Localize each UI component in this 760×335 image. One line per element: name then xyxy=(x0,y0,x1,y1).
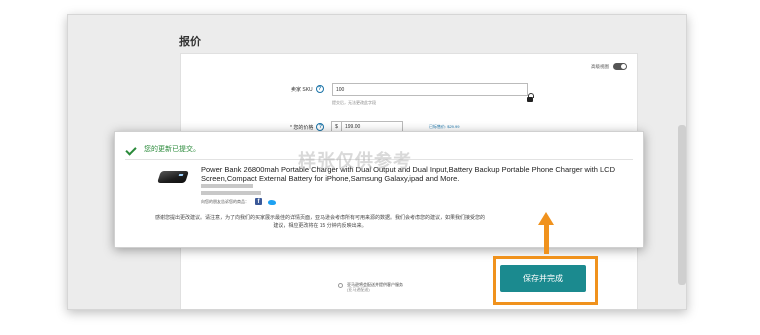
share-text: 向您的朋友告诉您的商品： xyxy=(201,198,249,204)
share-row: 向您的朋友告诉您的商品： f xyxy=(201,198,276,205)
popup-note: 感谢您提出更改建议。请注意，为了向我们的买家展示最佳的详情页面，亚马逊会考虑所有… xyxy=(155,215,486,229)
sku-label-row: 卖家 SKU ? xyxy=(291,85,324,93)
popup-header: 您的更新已提交。 xyxy=(127,144,200,154)
list-price-link[interactable]: 已标售价: $29.99 xyxy=(429,124,459,130)
power-bank-product-image xyxy=(157,169,189,185)
help-icon[interactable]: ? xyxy=(316,123,325,131)
advanced-view-label: 高级视图 xyxy=(591,63,609,69)
sku-input[interactable]: 100 xyxy=(332,83,528,96)
sku-label: 卖家 SKU xyxy=(291,86,313,93)
check-icon xyxy=(127,145,138,154)
fulfillment-radio[interactable] xyxy=(338,283,343,288)
fulfillment-option[interactable]: 亚马逊将会配送并提供客户服务 (亚马逊配送) xyxy=(338,282,403,292)
watermark: 样张仅供参考 xyxy=(298,151,412,171)
product-title: Power Bank 26800mah Portable Charger wit… xyxy=(201,165,615,183)
price-label-row: * 您的价格 ? xyxy=(290,123,325,131)
price-value: 199.00 xyxy=(345,123,361,130)
fulfillment-option-sub: (亚马逊配送) xyxy=(347,287,370,292)
twitter-icon[interactable] xyxy=(268,199,276,205)
help-icon[interactable]: ? xyxy=(315,85,324,93)
section-title: 报价 xyxy=(179,36,201,48)
page-scrollbar[interactable] xyxy=(678,125,686,285)
advanced-view-toggle[interactable] xyxy=(613,63,627,70)
popup-header-text: 您的更新已提交。 xyxy=(144,146,200,153)
arrow-shaft xyxy=(544,224,549,254)
advanced-view-toggle-row: 高级视图 xyxy=(591,63,627,70)
facebook-icon[interactable]: f xyxy=(255,198,262,205)
lock-icon xyxy=(527,93,534,103)
save-and-finish-button[interactable]: 保存并完成 xyxy=(500,265,586,292)
redacted-detail xyxy=(201,184,253,188)
currency-symbol: $ xyxy=(332,122,342,131)
redacted-detail xyxy=(201,191,261,195)
sku-hint: 提交后，无法更改此字段 xyxy=(332,100,376,105)
price-label: * 您的价格 xyxy=(290,124,314,131)
